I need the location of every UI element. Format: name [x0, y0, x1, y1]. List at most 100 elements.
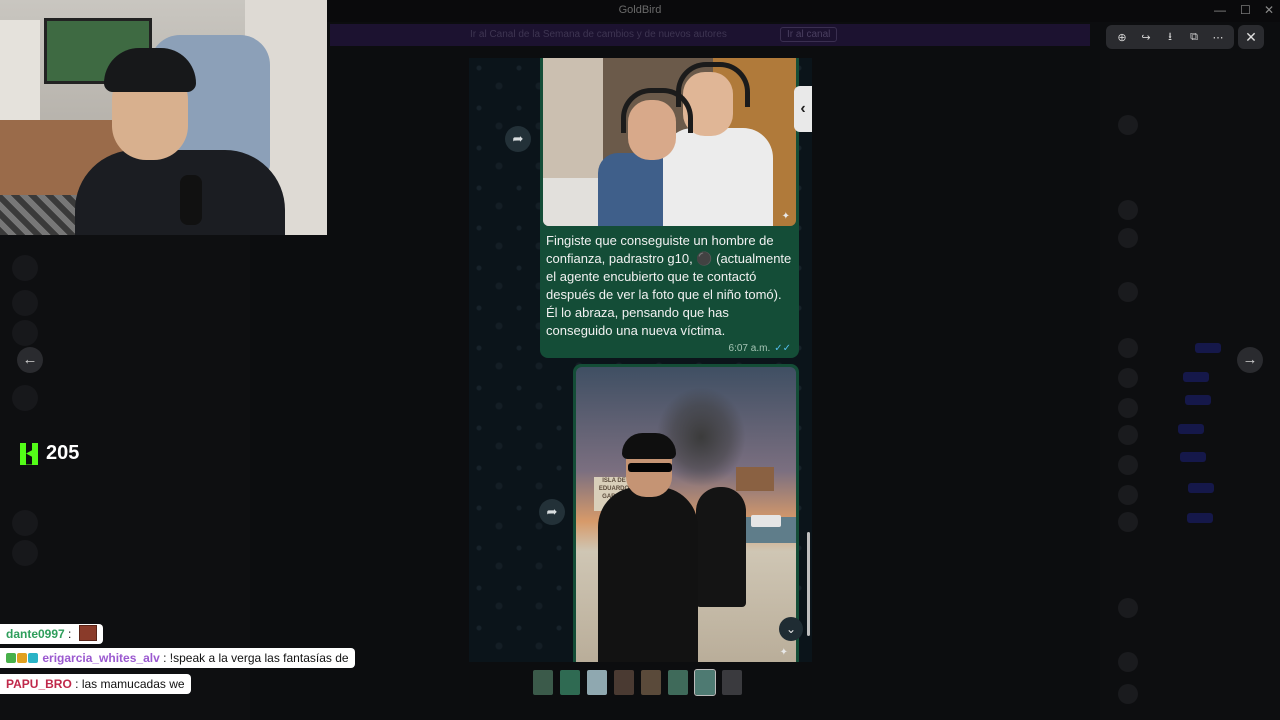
sparkle-icon: ✦: [781, 211, 790, 222]
message-time: 6:07 a.m.: [728, 343, 771, 354]
member-tag: [1183, 372, 1209, 382]
announcement-banner: Ir al Canal de la Semana de cambios y de…: [330, 24, 1090, 46]
member-avatar: [1118, 598, 1138, 618]
badge-icon: [17, 653, 27, 663]
member-avatar: [1118, 684, 1138, 704]
scroll-down-button[interactable]: ⌄: [779, 617, 803, 641]
download-icon[interactable]: ⭳: [1161, 28, 1179, 47]
member-tag: [1180, 452, 1206, 462]
banner-text: Ir al Canal de la Semana de cambios y de…: [470, 29, 727, 40]
member-avatar: [1118, 398, 1138, 418]
message-photo[interactable]: ISLA DE EDUARDO GARCIA ✦: [576, 367, 796, 662]
server-icon: [12, 320, 38, 346]
thumbnail-selected[interactable]: [694, 669, 716, 696]
member-avatar: [1118, 338, 1138, 358]
scrollbar[interactable]: [807, 532, 810, 636]
thumbnail-strip: [533, 669, 742, 696]
message-caption: Fingiste que conseguiste un hombre de co…: [546, 233, 792, 338]
chat-message: dante0997 :: [0, 624, 103, 644]
member-avatar: [1118, 368, 1138, 388]
member-tag: [1178, 424, 1204, 434]
member-tag: [1187, 513, 1213, 523]
member-avatar: [1118, 200, 1138, 220]
chat-text: las mamucadas we: [81, 677, 185, 691]
member-tag: [1185, 395, 1211, 405]
server-icon: [12, 255, 38, 281]
thumbnail[interactable]: [641, 670, 661, 695]
sunglasses: [628, 463, 672, 472]
thumbnail[interactable]: [722, 670, 742, 695]
person-hair: [622, 433, 676, 459]
message-meta: 6:07 a.m. ✓✓: [729, 343, 791, 354]
chat-separator: :: [68, 627, 72, 641]
forward-icon: ➦: [546, 504, 558, 519]
zoom-in-icon[interactable]: ⊕: [1113, 31, 1131, 44]
chat-text: !speak a la verga las fantasías de: [169, 651, 349, 665]
minimize-icon[interactable]: —: [1214, 3, 1226, 17]
viewer-count: 205: [46, 442, 80, 464]
chat-username: PAPU_BRO: [6, 677, 72, 691]
member-avatar: [1118, 228, 1138, 248]
chat-screenshot: ✦ Fingiste que conseguiste un hombre de …: [469, 58, 812, 662]
member-tag: [1188, 483, 1214, 493]
previous-media-button[interactable]: ←: [17, 347, 43, 373]
member-tag: [1195, 343, 1221, 353]
message-photo[interactable]: ✦: [543, 58, 796, 226]
server-icon: [12, 385, 38, 411]
webcam-shelf: [0, 20, 40, 120]
thumbnail[interactable]: [668, 670, 688, 695]
read-receipt-icon: ✓✓: [774, 343, 791, 354]
badge-icon: [6, 653, 16, 663]
maximize-icon[interactable]: ☐: [1240, 3, 1251, 17]
person-shirt: [663, 128, 773, 226]
window-close-icon[interactable]: ✕: [1264, 3, 1274, 17]
member-avatar: [1118, 115, 1138, 135]
person-figure: [696, 487, 746, 607]
webcam-overlay: [0, 0, 327, 235]
media-viewer-toolbar: ⊕ ↪ ⭳ ⧉ ⋯: [1106, 25, 1234, 49]
forward-button[interactable]: ➦: [539, 499, 565, 525]
more-icon[interactable]: ⋯: [1209, 31, 1227, 44]
server-icon: [12, 290, 38, 316]
photo-hut: [736, 467, 774, 491]
chat-separator: :: [75, 677, 79, 691]
server-icon: [12, 510, 38, 536]
chat-username: erigarcia_whites_alv: [42, 651, 160, 665]
emote-icon: [78, 625, 97, 641]
streamer-hair: [104, 48, 196, 92]
close-viewer-button[interactable]: ✕: [1238, 25, 1264, 49]
chat-message: erigarcia_whites_alv : !speak a la verga…: [0, 648, 355, 668]
collapse-panel-button[interactable]: ‹: [794, 86, 812, 132]
forward-button[interactable]: ➦: [505, 126, 531, 152]
thumbnail[interactable]: [560, 670, 580, 695]
chat-message: PAPU_BRO : las mamucadas we: [0, 674, 191, 694]
photo-boat: [751, 515, 781, 527]
reply-icon[interactable]: ↪: [1137, 31, 1155, 44]
headphones: [676, 62, 750, 107]
member-avatar: [1118, 455, 1138, 475]
member-avatar: [1118, 512, 1138, 532]
chevron-down-icon: ⌄: [785, 622, 797, 636]
viewer-count-widget: 205: [20, 442, 79, 465]
member-avatar: [1118, 425, 1138, 445]
person-figure: [598, 487, 698, 662]
thumbnail[interactable]: [587, 670, 607, 695]
kick-logo-icon: [20, 442, 38, 465]
chat-username: dante0997: [6, 627, 65, 641]
thumbnail[interactable]: [533, 670, 553, 695]
forward-icon: ➦: [512, 131, 524, 146]
message-bubble: ISLA DE EDUARDO GARCIA ✦: [573, 364, 799, 662]
member-avatar: [1118, 282, 1138, 302]
chat-separator: :: [163, 651, 167, 665]
member-avatar: [1118, 485, 1138, 505]
message-bubble: ✦ Fingiste que conseguiste un hombre de …: [540, 58, 799, 358]
next-media-button[interactable]: →: [1237, 347, 1263, 373]
thumbnail[interactable]: [614, 670, 634, 695]
server-icon: [12, 540, 38, 566]
banner-button[interactable]: Ir al canal: [780, 27, 838, 42]
badge-icon: [28, 653, 38, 663]
microphone: [180, 175, 202, 225]
sparkle-icon: ✦: [779, 647, 788, 658]
external-open-icon[interactable]: ⧉: [1185, 31, 1203, 44]
member-avatar: [1118, 652, 1138, 672]
